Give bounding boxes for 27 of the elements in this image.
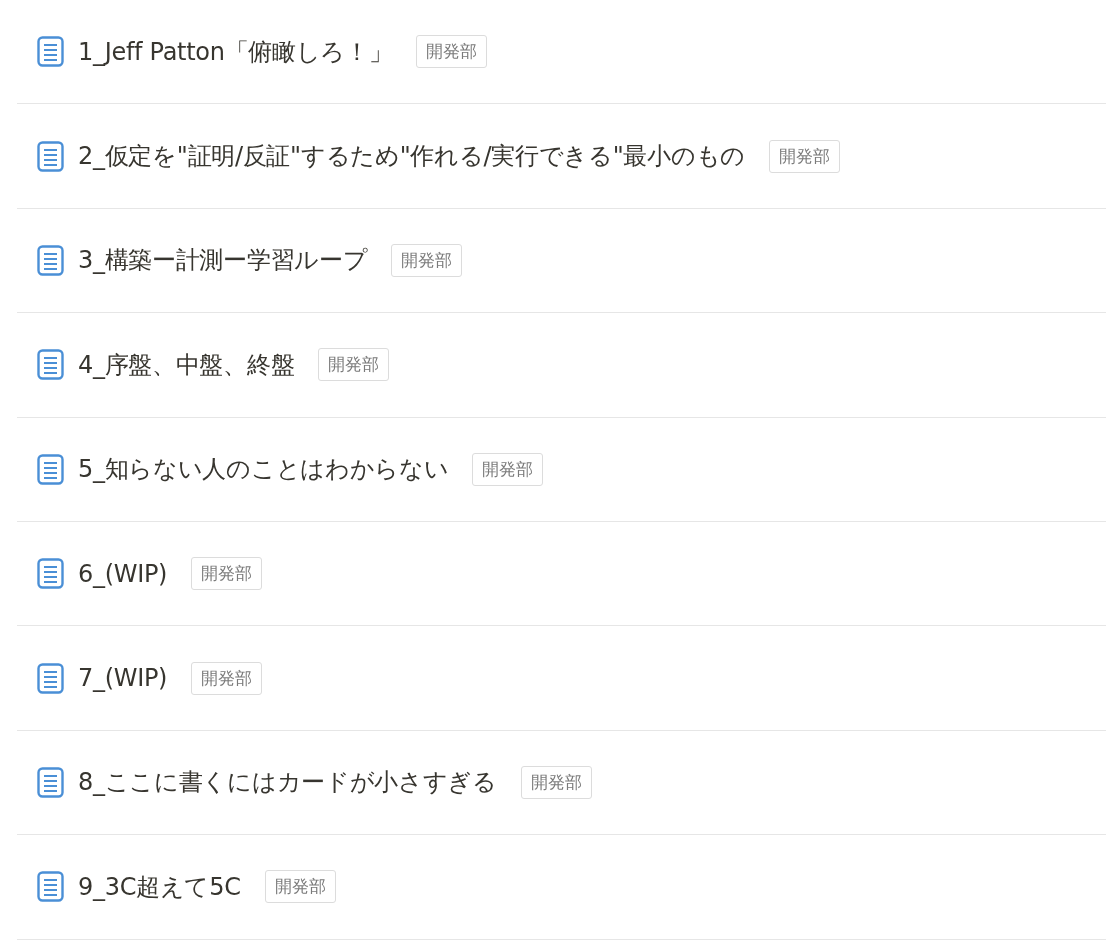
document-icon [37, 766, 64, 798]
document-icon [37, 871, 64, 903]
page-title[interactable]: 4_序盤、中盤、終盤 [78, 348, 295, 381]
tag-label: 開発部 [318, 348, 390, 382]
page-title[interactable]: 6_(WIP) [78, 559, 168, 588]
tag-label: 開発部 [520, 765, 592, 799]
tag-label: 開発部 [264, 870, 336, 904]
page-title[interactable]: 3_構築ー計測ー学習ループ [78, 244, 368, 277]
tag-label: 開発部 [191, 557, 263, 591]
page-title[interactable]: 2_仮定を"証明/反証"するため"作れる/実行できる"最小のもの [78, 140, 745, 173]
tag-label: 開発部 [416, 35, 488, 69]
page-title[interactable]: 5_知らない人のことはわからない [78, 453, 449, 486]
page-title[interactable]: 1_Jeff Patton「俯瞰しろ！」 [78, 35, 393, 68]
document-icon [37, 349, 64, 381]
document-icon [37, 662, 64, 694]
page-title[interactable]: 7_(WIP) [78, 664, 168, 693]
tag-label: 開発部 [472, 452, 544, 486]
document-icon [37, 558, 64, 590]
tag-label: 開発部 [191, 661, 263, 695]
tag-label: 開発部 [391, 243, 463, 277]
document-icon [37, 244, 64, 276]
document-icon [37, 140, 64, 172]
page-title[interactable]: 9_3C超えて5C [78, 870, 241, 903]
document-icon [37, 453, 64, 485]
tag-label: 開発部 [769, 139, 840, 173]
document-icon [37, 36, 64, 68]
page-title[interactable]: 8_ここに書くにはカードが小さすぎる [78, 766, 497, 799]
